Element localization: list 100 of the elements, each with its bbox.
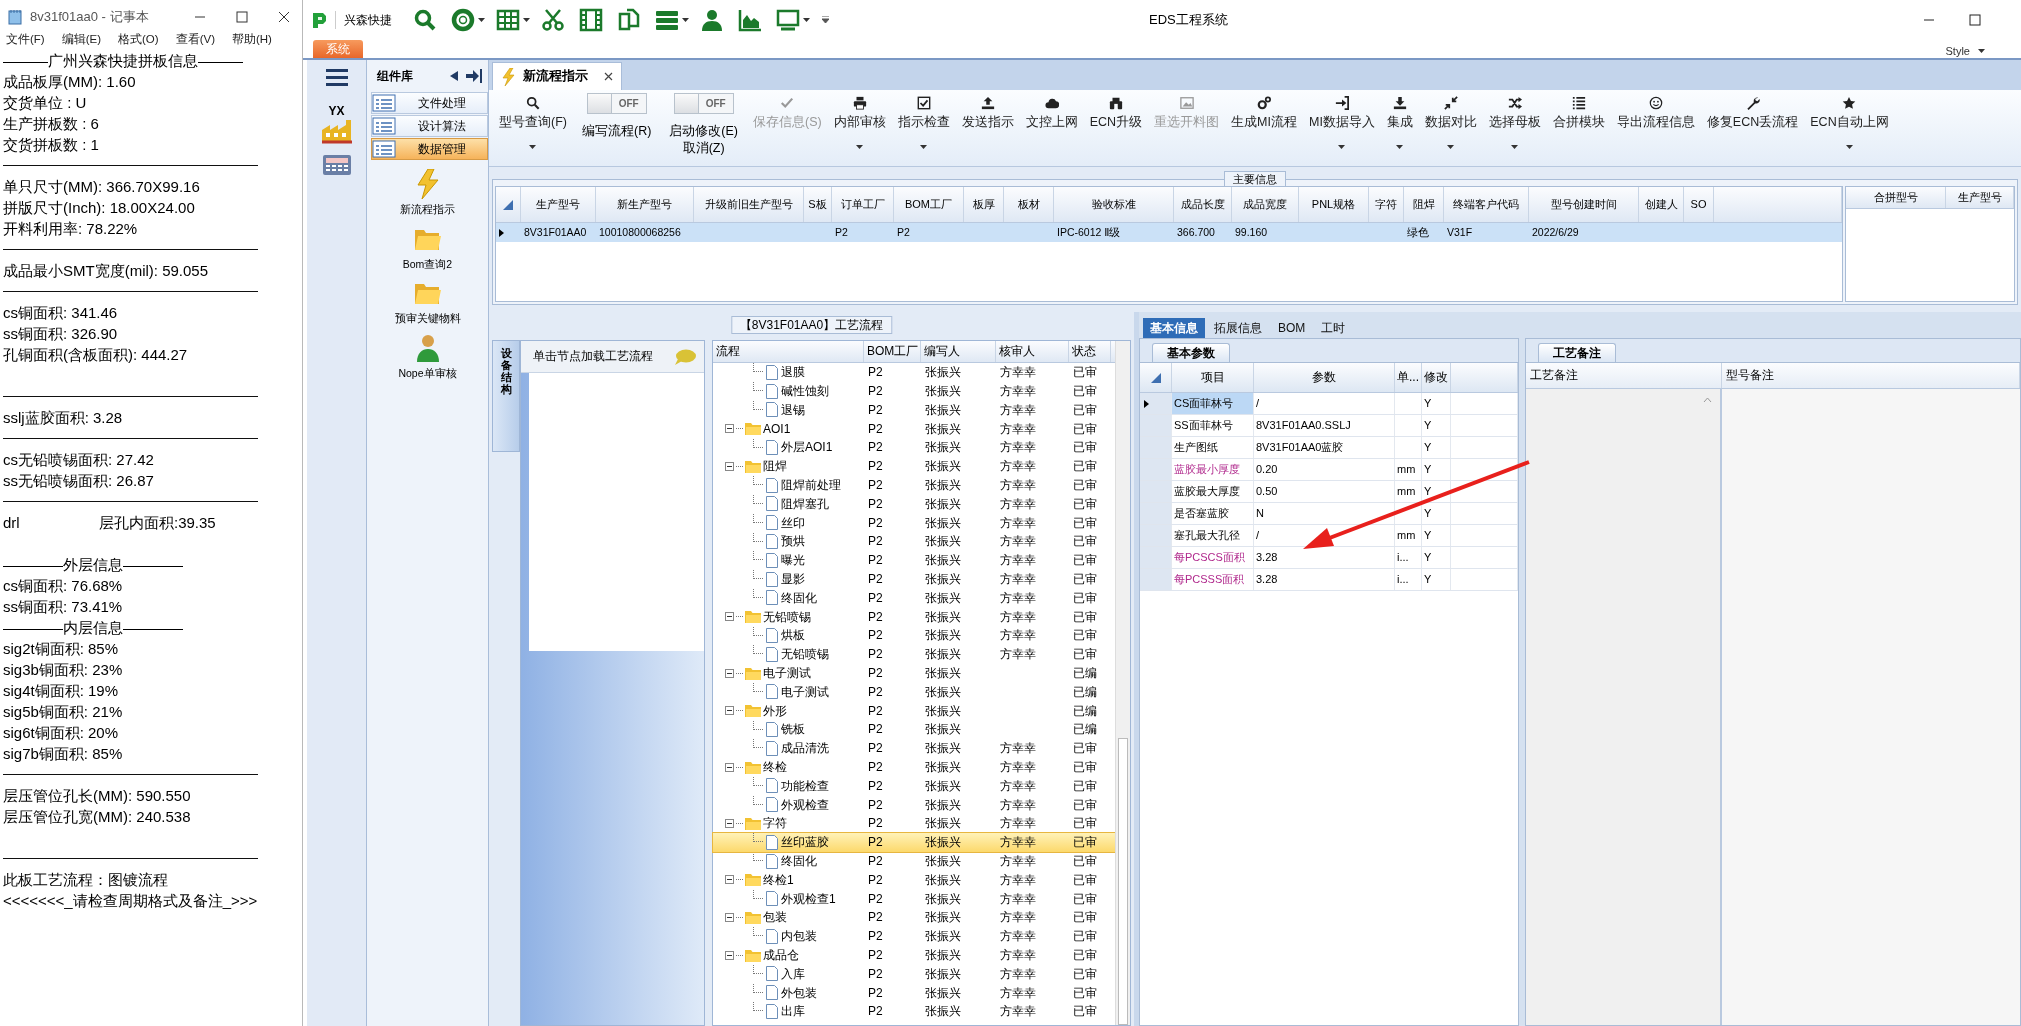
column-header[interactable]: 项目 <box>1172 363 1254 392</box>
collapse-left-icon[interactable] <box>450 71 458 81</box>
tree-node-label[interactable]: 退膜 <box>781 365 805 380</box>
row-header[interactable] <box>1140 393 1172 414</box>
copy-icon[interactable] <box>617 8 641 32</box>
tool-label[interactable]: 预审关键物料 <box>394 312 461 325</box>
scrollbar-thumb[interactable] <box>1118 738 1128 1025</box>
ribbon-button[interactable]: 导出流程信息 <box>1610 90 1701 164</box>
tree-node-label[interactable]: 成品清洗 <box>781 741 829 756</box>
collapse-icon[interactable] <box>725 950 734 960</box>
toggle-switch[interactable]: OFF <box>586 93 647 114</box>
ribbon-button[interactable]: 修复ECN丢流程 <box>1700 90 1805 164</box>
menu-item[interactable]: 查看(V) <box>175 33 215 50</box>
menu-item[interactable]: 文件(F) <box>6 33 45 50</box>
tree-node-label[interactable]: 成品仓 <box>763 947 799 963</box>
tree-node-label[interactable]: 字符 <box>763 816 787 831</box>
caret-icon[interactable] <box>803 18 810 22</box>
tree-node-label[interactable]: 外观检查1 <box>781 891 836 906</box>
table-row[interactable]: SS面菲林号 8V31F01AA0.SSLJ Y <box>1140 415 1518 437</box>
calculator-icon[interactable] <box>321 154 352 177</box>
caret-icon[interactable] <box>529 145 537 149</box>
column-header[interactable]: 状态 <box>1069 341 1111 362</box>
tree-node-label[interactable]: 电子测试 <box>781 684 829 700</box>
monitor-icon[interactable] <box>776 8 800 32</box>
column-header[interactable]: 订单工厂 <box>832 187 894 222</box>
tree-node-label[interactable]: 内包装 <box>781 929 817 944</box>
caret-icon[interactable] <box>1845 145 1853 149</box>
tree-node-label[interactable]: 外观检查 <box>781 797 829 812</box>
scrollbar[interactable] <box>1115 341 1130 1025</box>
tree-node-label[interactable]: 阻焊前处理 <box>781 478 841 493</box>
tree-node-label[interactable]: 外包装 <box>781 985 817 1000</box>
maximize-icon[interactable] <box>1969 14 1981 26</box>
tree-node-label[interactable]: 预烘 <box>781 534 805 549</box>
column-header[interactable]: 修改 <box>1422 363 1451 392</box>
column-header[interactable]: 合拼型号 <box>1846 187 1946 208</box>
collapse-icon[interactable] <box>725 461 734 471</box>
table-row[interactable]: 每PCSCS面积 3.28 i... Y <box>1140 547 1518 569</box>
scissors-icon[interactable] <box>541 8 565 32</box>
table-row[interactable]: 8V31F01AA0 10010800068256 P2 P2 IPC-6012 Ⅱ级 366.700 99.160 绿色 V31F 2022/6/29 <box>496 223 1842 242</box>
toggle-switch[interactable]: OFF <box>673 93 734 114</box>
tab[interactable]: 工时 <box>1314 317 1353 338</box>
caret-icon[interactable] <box>1978 49 1985 54</box>
caret-icon[interactable] <box>478 18 485 22</box>
column-header[interactable]: PNL规格 <box>1299 187 1369 222</box>
ribbon-button[interactable]: 型号查询(F) <box>493 90 573 164</box>
tree-node-label[interactable]: 外层AOI1 <box>781 440 833 455</box>
tree-node-label[interactable]: 电子测试 <box>763 665 811 681</box>
collapse-icon[interactable] <box>725 668 734 678</box>
column-header[interactable]: 终端客户代码 <box>1444 187 1529 222</box>
caret-icon[interactable] <box>1338 145 1346 149</box>
tool-label[interactable]: Nope单审核 <box>398 366 457 380</box>
ribbon-button[interactable]: 选择母板 <box>1482 90 1547 164</box>
lifebuoy-icon[interactable] <box>451 8 475 32</box>
table-row[interactable]: 蓝胶最小厚度 0.20 mm Y <box>1140 459 1518 481</box>
tree-node-label[interactable]: 终固化 <box>781 590 817 606</box>
side-tab[interactable]: 设备结构 <box>492 340 520 452</box>
column-header[interactable]: 板厚 <box>964 187 1004 222</box>
category-item[interactable]: 数据管理 <box>371 138 488 160</box>
tree-node-label[interactable]: 无铅喷锡 <box>763 609 811 624</box>
tab[interactable]: 拓展信息 <box>1207 317 1269 338</box>
person-icon[interactable] <box>700 8 724 32</box>
ribbon-button[interactable]: 生成MI流程 <box>1225 90 1303 164</box>
cancel-button[interactable]: 取消(Z) <box>682 141 725 156</box>
column-header[interactable]: 生产型号 <box>1946 187 2014 208</box>
maximize-icon[interactable] <box>236 10 248 23</box>
tree-node-label[interactable]: 阻焊 <box>763 459 787 474</box>
category-item[interactable]: 设计算法 <box>371 115 488 137</box>
menu-item[interactable]: 帮助(H) <box>232 33 272 50</box>
collapse-icon[interactable] <box>725 819 734 828</box>
close-icon[interactable] <box>278 10 290 23</box>
tree-node-label[interactable]: 包装 <box>763 910 787 925</box>
ribbon-button[interactable]: 数据对比 <box>1418 90 1483 164</box>
column-header[interactable]: 参数 <box>1254 363 1395 392</box>
tab[interactable]: BOM <box>1271 317 1313 338</box>
tree-node-label[interactable]: 入库 <box>781 966 805 982</box>
column-header[interactable]: 核审人 <box>996 341 1069 362</box>
film-icon[interactable] <box>579 8 603 32</box>
customize-caret-icon[interactable] <box>822 16 829 24</box>
list-icon[interactable] <box>655 8 679 32</box>
table-row[interactable]: CS面菲林号 / Y <box>1140 393 1518 415</box>
style-menu[interactable]: Style <box>1945 44 1970 58</box>
tree-node-label[interactable]: 丝印 <box>781 515 805 530</box>
table-icon[interactable] <box>496 8 520 32</box>
column-header[interactable]: 字符 <box>1369 187 1404 222</box>
tree-node-label[interactable]: 显影 <box>781 571 805 587</box>
column-header[interactable]: 创建人 <box>1639 187 1684 222</box>
column-header[interactable]: 验收标准 <box>1054 187 1174 222</box>
column-header[interactable]: S板 <box>804 187 832 222</box>
column-header[interactable]: 成品长度 <box>1174 187 1232 222</box>
collapse-icon[interactable] <box>725 424 734 434</box>
ribbon-button[interactable]: 文控上网 <box>1019 90 1084 164</box>
column-header[interactable]: 生产型号 <box>521 187 596 222</box>
tree-node-label[interactable]: 阻焊塞孔 <box>781 496 829 512</box>
collapse-icon[interactable] <box>725 612 734 622</box>
tree-node-label[interactable]: 终检 <box>763 759 787 775</box>
column-header[interactable]: 型号创建时间 <box>1529 187 1639 222</box>
ribbon-button[interactable]: ECN升级 <box>1083 90 1149 164</box>
ribbon-button[interactable]: 内部审核 <box>827 90 892 164</box>
tree-node-label[interactable]: 碱性蚀刻 <box>781 384 829 399</box>
tab[interactable]: 基本参数 <box>1152 342 1230 362</box>
